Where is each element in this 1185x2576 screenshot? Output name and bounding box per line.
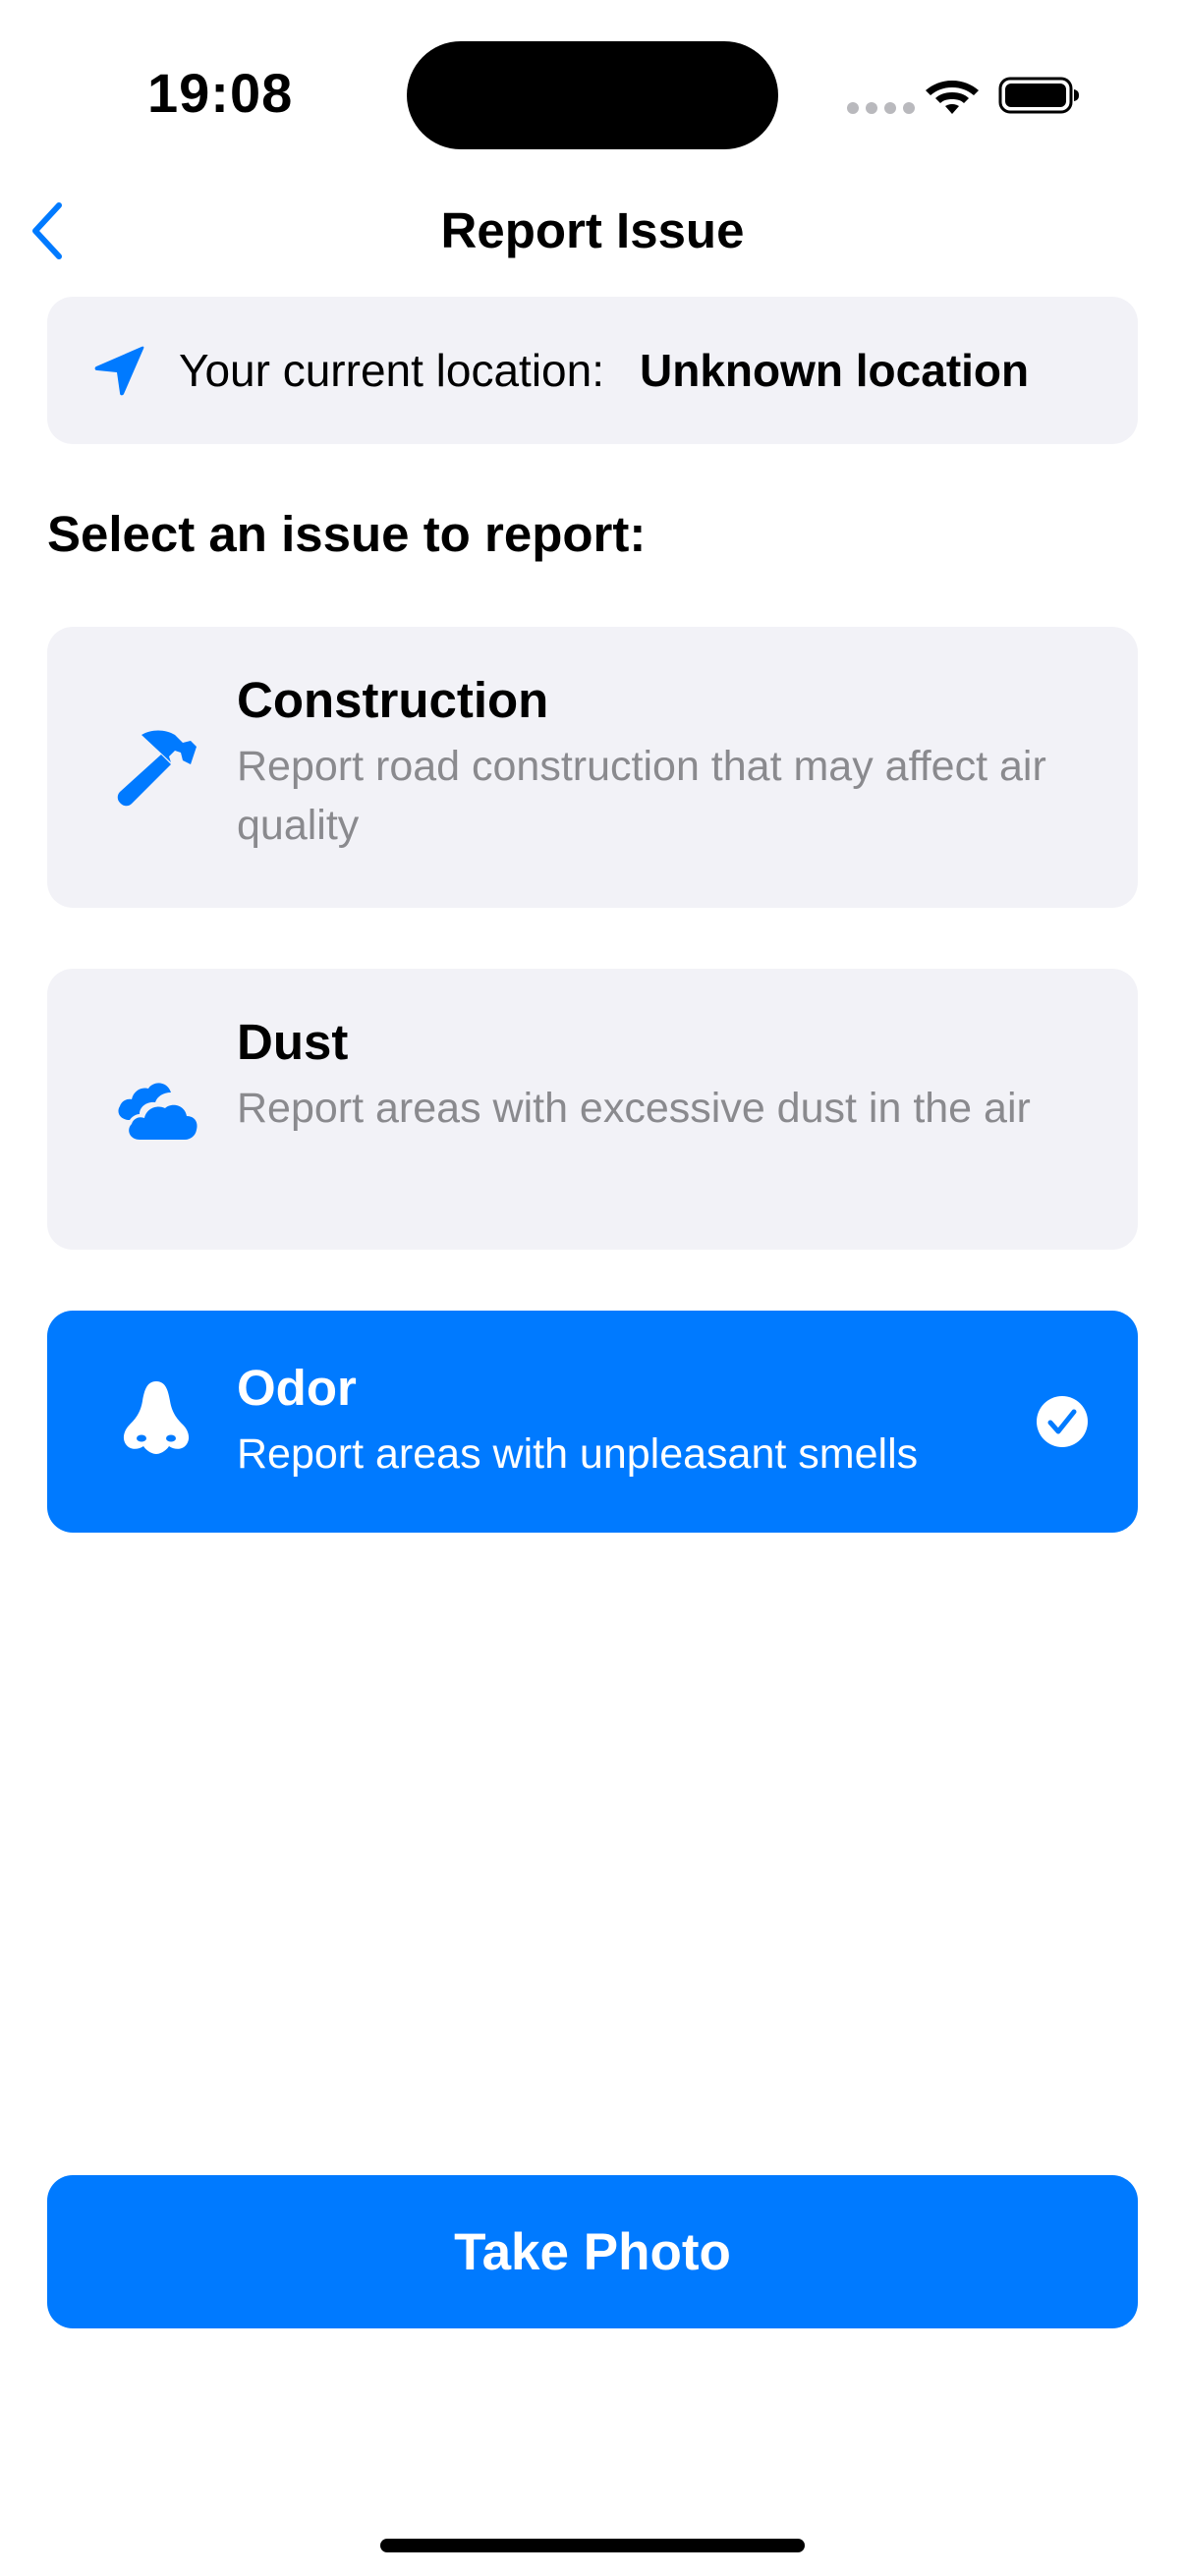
location-card: Your current location: Unknown location — [47, 297, 1138, 444]
cellular-signal-icon — [847, 102, 915, 114]
issue-card-odor[interactable]: Odor Report areas with unpleasant smells — [47, 1311, 1138, 1533]
location-label: Your current location: — [179, 345, 605, 396]
hammer-icon — [112, 721, 200, 810]
issue-title: Dust — [237, 1014, 349, 1070]
issue-card-dust[interactable]: Dust Report areas with excessive dust in… — [47, 969, 1138, 1250]
location-value: Unknown location — [640, 345, 1030, 396]
wifi-icon — [926, 81, 979, 114]
status-bar: 19:08 — [0, 0, 1185, 187]
dynamic-island — [407, 41, 778, 149]
cloud-icon — [112, 1065, 200, 1153]
section-heading: Select an issue to report: — [47, 506, 647, 562]
home-indicator — [380, 2539, 805, 2552]
battery-icon — [998, 77, 1079, 114]
status-time: 19:08 — [147, 62, 294, 124]
nose-icon — [112, 1375, 200, 1464]
issue-description: Report areas with excessive dust in the … — [237, 1085, 1031, 1132]
take-photo-button[interactable]: Take Photo — [47, 2175, 1138, 2328]
issue-title: Construction — [237, 672, 549, 728]
checkmark-circle-icon — [1037, 1396, 1088, 1447]
page-title: Report Issue — [440, 202, 745, 258]
issue-card-construction[interactable]: Construction Report road construction th… — [47, 627, 1138, 908]
location-arrow-icon — [94, 346, 144, 396]
issue-description: Report areas with unpleasant smells — [237, 1430, 919, 1478]
issue-title: Odor — [237, 1360, 357, 1416]
issue-description: Report road construction that may affect… — [237, 743, 1046, 849]
